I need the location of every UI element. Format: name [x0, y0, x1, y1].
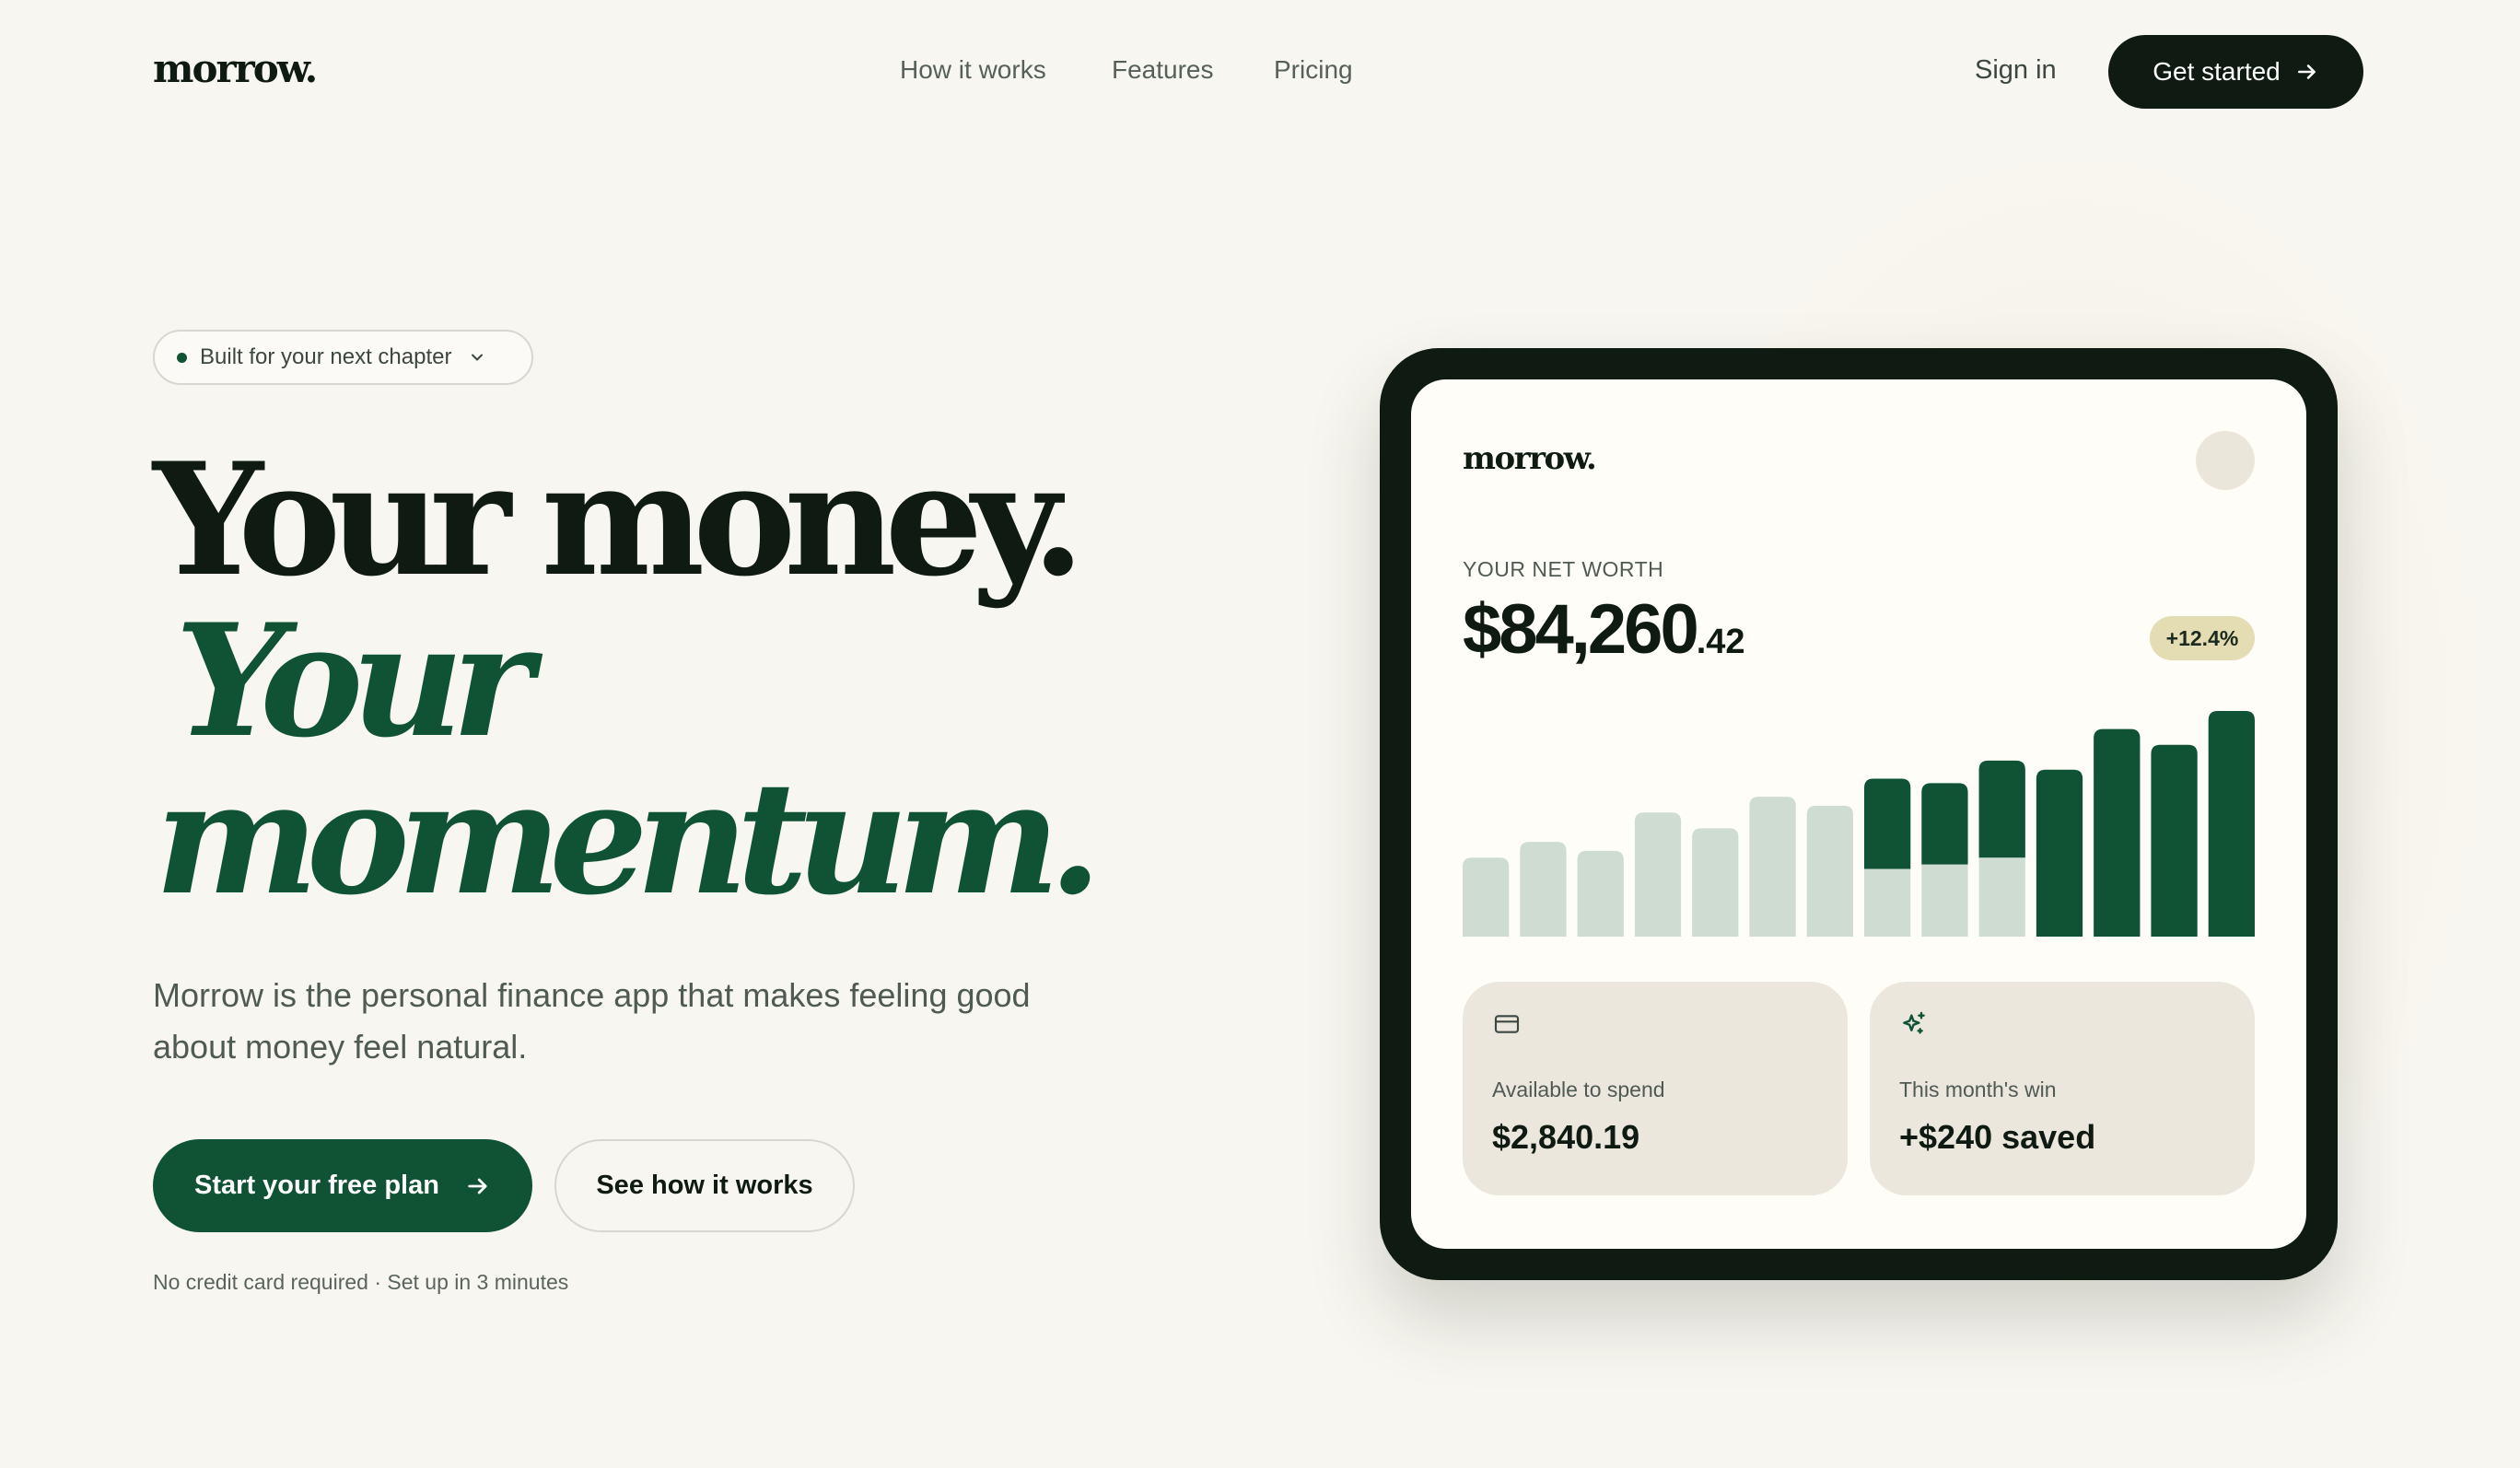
brand-logo[interactable]: morrow. — [153, 46, 318, 91]
net-worth-value: $84,260.42 — [1463, 589, 1745, 670]
chart-bar-8-series-1 — [1864, 868, 1911, 937]
hero-subtitle: Morrow is the personal finance app that … — [153, 976, 1031, 1066]
chart-bar-9-series-2 — [1921, 783, 1968, 865]
net-worth-main: $84,260 — [1463, 590, 1699, 669]
start-free-plan-label: Start your free plan — [194, 1171, 439, 1200]
start-free-plan-button[interactable]: Start your free plan — [153, 1139, 532, 1232]
nav-how-it-works[interactable]: How it works — [900, 55, 1046, 85]
credit-card-icon — [1494, 1015, 1520, 1033]
hero-headline-line-1: Your money. — [153, 428, 1085, 611]
chart-bar-13-series-2 — [2151, 744, 2198, 937]
signup-note: No credit card required · Set up in 3 mi… — [153, 1270, 569, 1294]
app-logo: morrow. — [1463, 440, 1597, 477]
chart-bar-4-series-1 — [1634, 812, 1682, 937]
available-to-spend-card[interactable]: Available to spend $2,840.19 — [1463, 982, 1848, 1195]
card-value: +$240 saved — [1899, 1118, 2096, 1156]
chart-bar-9-series-1 — [1921, 864, 1968, 937]
arrow-right-icon — [2297, 64, 2316, 79]
chart-bar-11-series-2 — [2036, 769, 2083, 937]
tagline-text: Built for your next chapter — [200, 344, 452, 369]
hero-headline-line-3: momentum. — [155, 747, 1102, 929]
device-mockup: morrow. YOUR NET WORTH $84,260.42 +12.4%… — [1380, 348, 2338, 1280]
chart-bar-7-series-1 — [1806, 805, 1853, 937]
chart-bar-12-series-2 — [2094, 728, 2141, 937]
hero-headline-line-2: Your — [175, 589, 533, 772]
chart-bar-10-series-1 — [1978, 857, 2025, 937]
chart-bar-2-series-1 — [1520, 842, 1567, 937]
chart-bar-1-series-1 — [1463, 857, 1510, 937]
chart-bar-3-series-1 — [1577, 850, 1624, 937]
get-started-button[interactable]: Get started — [2108, 35, 2363, 109]
status-dot-icon — [177, 352, 187, 363]
avatar[interactable] — [2196, 431, 2255, 490]
app-screen: morrow. YOUR NET WORTH $84,260.42 +12.4%… — [1411, 379, 2306, 1249]
monthly-win-card[interactable]: This month's win +$240 saved — [1870, 982, 2255, 1195]
nav-pricing[interactable]: Pricing — [1274, 55, 1353, 85]
chart-bar-6-series-1 — [1749, 797, 1796, 937]
chart-bar-10-series-2 — [1978, 760, 2025, 858]
chart-bar-14-series-2 — [2208, 711, 2255, 937]
net-worth-label: YOUR NET WORTH — [1463, 557, 1664, 581]
net-worth-cents: .42 — [1696, 623, 1745, 661]
net-worth-bar-chart — [1463, 711, 2255, 937]
chart-bar-8-series-2 — [1864, 778, 1911, 869]
card-value: $2,840.19 — [1492, 1118, 1640, 1156]
get-started-label: Get started — [2152, 57, 2281, 86]
see-how-it-works-label: See how it works — [596, 1171, 813, 1200]
sign-in-link[interactable]: Sign in — [1975, 55, 2057, 86]
chart-bar-5-series-1 — [1692, 828, 1739, 937]
card-label: This month's win — [1899, 1078, 2057, 1101]
sparkle-icon — [1903, 1011, 1925, 1034]
see-how-it-works-button[interactable]: See how it works — [554, 1139, 855, 1232]
nav-features[interactable]: Features — [1112, 55, 1214, 85]
arrow-right-icon — [468, 1178, 487, 1194]
card-label: Available to spend — [1492, 1078, 1665, 1101]
change-badge: +12.4% — [2150, 616, 2255, 660]
tagline-pill[interactable]: Built for your next chapter — [153, 330, 533, 385]
chevron-down-icon — [472, 354, 484, 361]
